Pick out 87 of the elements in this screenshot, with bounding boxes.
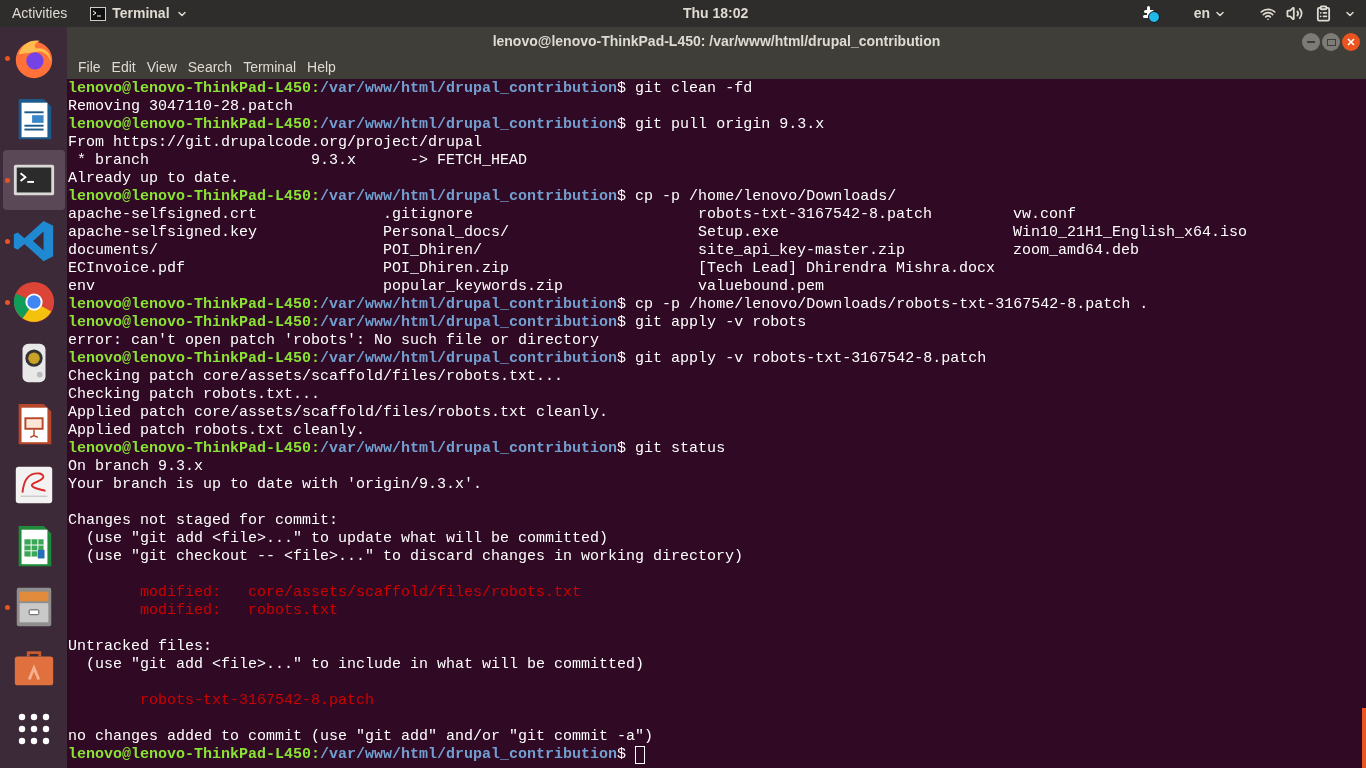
file-name: POI_Dhiren.zip: [383, 260, 510, 278]
file-name: Personal_docs/: [383, 224, 510, 242]
prompt-user: lenovo@lenovo-ThinkPad-L450:: [68, 296, 321, 314]
volume-icon[interactable]: [1286, 5, 1303, 22]
output-text: (use "git add <file>..." to update what will be committed): [85, 530, 609, 548]
clock[interactable]: Thu 18:02: [683, 3, 749, 24]
scrollbar-thumb[interactable]: [1362, 708, 1366, 768]
prompt-path: /var/www/html/drupal_contribution: [320, 440, 618, 458]
output-text: On branch 9.3.x: [68, 458, 204, 476]
running-indicator: [4, 605, 10, 610]
prompt-path: /var/www/html/drupal_contribution: [320, 188, 618, 206]
command-text: $ cp -p /home/lenovo/Downloads/: [617, 188, 897, 206]
file-name: apache-selfsigned.crt: [68, 206, 258, 224]
command-text: $: [617, 746, 627, 764]
prompt-user: lenovo@lenovo-ThinkPad-L450:: [68, 80, 321, 98]
command-text: $ git status: [617, 440, 726, 458]
prompt-user: lenovo@lenovo-ThinkPad-L450:: [68, 440, 321, 458]
file-name: apache-selfsigned.key: [68, 224, 258, 242]
output-text: (use "git add <file>..." to include in what will be committed): [85, 656, 645, 674]
terminal-icon: [90, 6, 107, 21]
changed-file-text: modified: robots.txt: [140, 602, 339, 620]
command-text: $ git apply -v robots: [617, 314, 807, 332]
dock-item[interactable]: [2, 150, 65, 210]
changed-file-text: modified: core/assets/scaffold/files/robots.txt: [140, 584, 582, 602]
output-text: * branch 9.3.x -> FETCH_HEAD: [76, 152, 528, 170]
file-name: Setup.exe: [698, 224, 779, 242]
menu-item[interactable]: View: [141, 56, 182, 78]
file-name: ECInvoice.pdf: [68, 260, 186, 278]
prompt-user: lenovo@lenovo-ThinkPad-L450:: [68, 746, 321, 764]
output-text: Untracked files:: [68, 638, 213, 656]
clipboard-icon[interactable]: [1315, 5, 1332, 22]
language-menu[interactable]: en: [1193, 3, 1226, 24]
output-text: (use "git checkout -- <file>..." to discard changes in working directory): [85, 548, 744, 566]
running-indicator: [4, 300, 10, 305]
file-name: vw.conf: [1013, 206, 1076, 224]
file-name: site_api_key-master.zip: [698, 242, 906, 260]
prompt-user: lenovo@lenovo-ThinkPad-L450:: [68, 350, 321, 368]
output-text: Already up to date.: [68, 170, 240, 188]
running-indicator: [4, 178, 10, 183]
file-name: valuebound.pem: [698, 278, 825, 296]
command-text: $ git pull origin 9.3.x: [617, 116, 825, 134]
prompt-path: /var/www/html/drupal_contribution: [320, 80, 618, 98]
file-name: robots-txt-3167542-8.patch: [698, 206, 933, 224]
output-text: From https://git.drupalcode.org/project/drupal: [68, 134, 483, 152]
running-indicator: [4, 239, 10, 244]
app-grid-icon: [17, 713, 50, 745]
file-name: Win10_21H1_English_x64.iso: [1013, 224, 1248, 242]
file-name: POI_Dhiren/: [383, 242, 483, 260]
prompt-path: /var/www/html/drupal_contribution: [320, 350, 618, 368]
file-name: zoom_amd64.deb: [1013, 242, 1140, 260]
close-button[interactable]: [1342, 33, 1360, 51]
file-name: popular_keywords.zip: [383, 278, 564, 296]
app-menu[interactable]: Terminal: [90, 3, 188, 24]
menu-item[interactable]: Help: [302, 56, 341, 78]
file-name: env: [68, 278, 95, 296]
output-text: Checking patch core/assets/scaffold/files/robots.txt...: [68, 368, 564, 386]
command-text: $ git clean -fd: [617, 80, 753, 98]
prompt-path: /var/www/html/drupal_contribution: [320, 116, 618, 134]
window-title: lenovo@lenovo-ThinkPad-L450: /var/www/html/drupal_contribution: [492, 31, 941, 51]
activities-button[interactable]: Activities: [12, 3, 68, 24]
prompt-path: /var/www/html/drupal_contribution: [320, 296, 618, 314]
menu-item[interactable]: Edit: [106, 56, 141, 78]
output-text: Checking patch robots.txt...: [68, 386, 321, 404]
prompt-path: /var/www/html/drupal_contribution: [320, 314, 618, 332]
menu-item[interactable]: Search: [182, 56, 238, 78]
output-text: Applied patch core/assets/scaffold/files/robots.txt cleanly.: [68, 404, 609, 422]
menu-item[interactable]: Terminal: [238, 56, 302, 78]
prompt-path: /var/www/html/drupal_contribution: [320, 746, 618, 764]
output-text: Removing 3047110-28.patch: [68, 98, 294, 116]
output-text: error: can't open patch 'robots': No such file or directory: [68, 332, 600, 350]
running-indicator: [4, 56, 10, 61]
output-text: Applied patch robots.txt cleanly.: [68, 422, 366, 440]
output-text: Changes not staged for commit:: [68, 512, 339, 530]
changed-file-text: robots-txt-3167542-8.patch: [140, 692, 375, 710]
file-name: .gitignore: [383, 206, 473, 224]
output-text: Your branch is up to date with 'origin/9.3.x'.: [68, 476, 483, 494]
file-name: documents/: [68, 242, 158, 260]
prompt-user: lenovo@lenovo-ThinkPad-L450:: [68, 188, 321, 206]
prompt-user: lenovo@lenovo-ThinkPad-L450:: [68, 116, 321, 134]
output-text: no changes added to commit (use "git add" and/or "git commit -a"): [68, 728, 654, 746]
minimize-button[interactable]: [1302, 33, 1320, 51]
command-text: $ cp -p /home/lenovo/Downloads/robots-txt-3167542-8.patch .: [617, 296, 1149, 314]
file-name: [Tech Lead] Dhirendra Mishra.docx: [698, 260, 996, 278]
close-icon: [1347, 38, 1355, 46]
command-text: $ git apply -v robots-txt-3167542-8.patch: [617, 350, 987, 368]
prompt-user: lenovo@lenovo-ThinkPad-L450:: [68, 314, 321, 332]
menu-item[interactable]: File: [73, 56, 106, 78]
